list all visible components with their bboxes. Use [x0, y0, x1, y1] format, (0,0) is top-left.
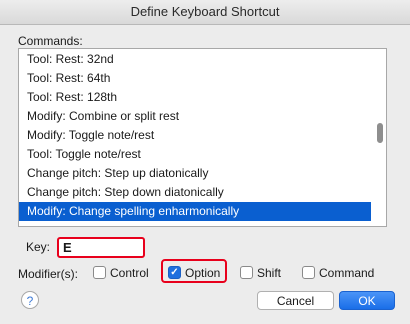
shift-label[interactable]: Shift	[257, 266, 281, 280]
list-item-selected[interactable]: Modify: Change spelling enharmonically	[19, 202, 371, 221]
list-item[interactable]: Modify: Combine or split rest	[19, 107, 371, 126]
modifiers-label: Modifier(s):	[18, 267, 79, 281]
shift-checkbox[interactable]	[240, 266, 253, 279]
option-label[interactable]: Option	[185, 266, 220, 280]
command-label[interactable]: Command	[319, 266, 374, 280]
window-title: Define Keyboard Shortcut	[0, 0, 410, 25]
key-label: Key:	[26, 240, 51, 254]
vertical-scrollbar[interactable]	[376, 53, 384, 221]
scrollbar-thumb[interactable]	[377, 123, 383, 143]
key-input[interactable]: E	[57, 237, 145, 258]
cancel-button[interactable]: Cancel	[257, 291, 334, 310]
ok-button[interactable]: OK	[339, 291, 395, 310]
list-item[interactable]: Tool: Rest: 128th	[19, 88, 371, 107]
list-item[interactable]: Modify: Toggle note/rest	[19, 126, 371, 145]
commands-label: Commands:	[18, 34, 83, 48]
control-checkbox[interactable]	[93, 266, 106, 279]
option-checkbox[interactable]: ✓	[168, 266, 181, 279]
list-item[interactable]: Change pitch: Step up diatonically	[19, 164, 371, 183]
control-label[interactable]: Control	[110, 266, 149, 280]
help-button[interactable]: ?	[21, 291, 39, 309]
list-item[interactable]: Change pitch: Step down diatonically	[19, 183, 371, 202]
list-item[interactable]: Tool: Toggle note/rest	[19, 145, 371, 164]
commands-list[interactable]: Tool: Rest: 32nd Tool: Rest: 64th Tool: …	[18, 48, 387, 227]
list-item[interactable]: Tool: Rest: 64th	[19, 69, 371, 88]
list-item[interactable]: Tool: Rest: 32nd	[19, 50, 371, 69]
command-checkbox[interactable]	[302, 266, 315, 279]
